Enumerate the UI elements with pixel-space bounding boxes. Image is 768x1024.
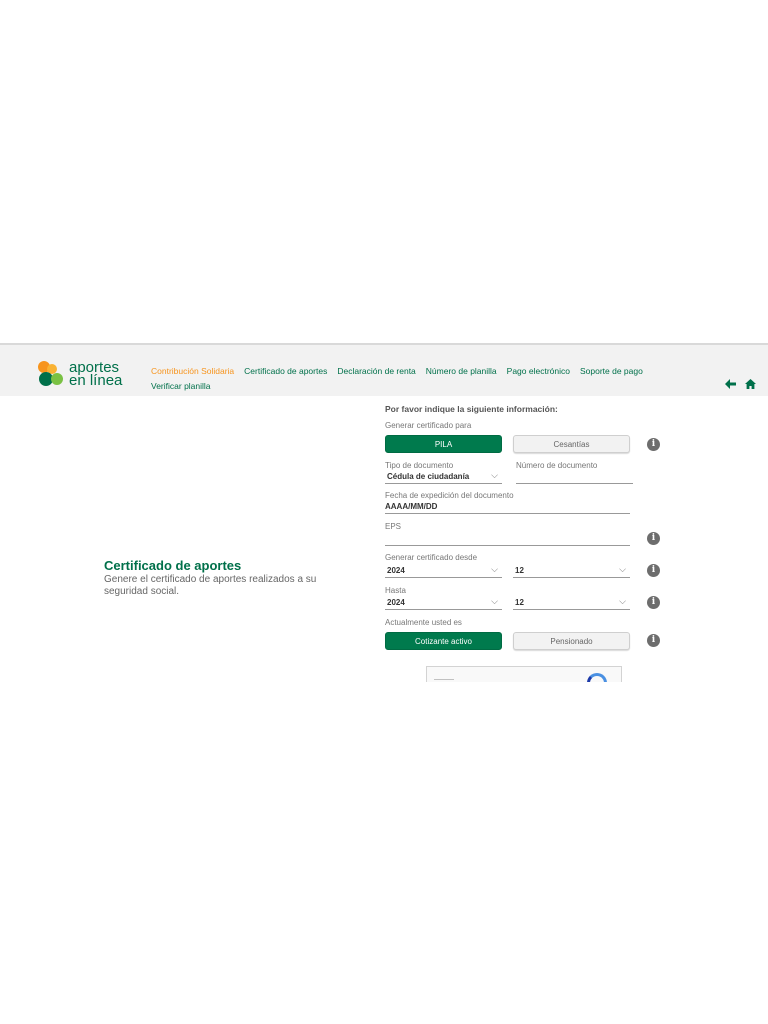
cotizante-activo-button[interactable]: Cotizante activo bbox=[385, 632, 502, 650]
logo-text: aportes en línea bbox=[69, 360, 123, 389]
logo-dot-lightgreen bbox=[51, 373, 63, 385]
recaptcha-logo-icon bbox=[587, 673, 607, 682]
page-title: Certificado de aportes bbox=[104, 558, 242, 573]
chevron-down-icon: ⌵ bbox=[619, 596, 626, 606]
chevron-down-icon: ⌵ bbox=[619, 564, 626, 574]
chevron-down-icon: ⌵ bbox=[491, 564, 498, 574]
doc-type-value: Cédula de ciudadanía bbox=[387, 472, 470, 481]
nav-numero-de-planilla[interactable]: Número de planilla bbox=[426, 364, 497, 379]
to-month-select[interactable]: 12 ⌵ bbox=[513, 596, 630, 610]
from-month-value: 12 bbox=[515, 566, 524, 575]
nav-soporte-de-pago[interactable]: Soporte de pago bbox=[580, 364, 643, 379]
nav-pago-electronico[interactable]: Pago electrónico bbox=[507, 364, 570, 379]
from-year-select[interactable]: 2024 ⌵ bbox=[385, 564, 502, 578]
nav-verificar-planilla[interactable]: Verificar planilla bbox=[151, 379, 211, 394]
eps-input[interactable] bbox=[385, 532, 630, 546]
site-header: aportes en línea Contribución Solidaria C… bbox=[0, 345, 768, 396]
to-month-value: 12 bbox=[515, 598, 524, 607]
header-icons bbox=[719, 379, 756, 392]
aportes-en-linea-logo[interactable]: aportes en línea bbox=[38, 360, 128, 391]
expedition-date-input[interactable]: AAAA/MM/DD bbox=[385, 500, 630, 514]
info-icon[interactable]: i bbox=[647, 634, 660, 647]
from-year-value: 2024 bbox=[387, 566, 405, 575]
from-month-select[interactable]: 12 ⌵ bbox=[513, 564, 630, 578]
to-year-value: 2024 bbox=[387, 598, 405, 607]
doc-number-label: Número de documento bbox=[516, 461, 598, 470]
back-arrow-icon[interactable] bbox=[724, 379, 739, 392]
pila-button[interactable]: PILA bbox=[385, 435, 502, 453]
nav-declaracion-de-renta[interactable]: Declaración de renta bbox=[337, 364, 415, 379]
eps-label: EPS bbox=[385, 522, 402, 531]
info-icon[interactable]: i bbox=[647, 596, 660, 609]
status-label: Actualmente usted es bbox=[385, 618, 462, 627]
chevron-down-icon: ⌵ bbox=[491, 470, 498, 480]
to-label: Hasta bbox=[385, 586, 406, 595]
logo-line-2: en línea bbox=[69, 372, 123, 389]
recaptcha-widget[interactable] bbox=[426, 666, 622, 682]
info-icon[interactable]: i bbox=[647, 564, 660, 577]
form-heading: Por favor indique la siguiente informaci… bbox=[385, 404, 558, 414]
cesantias-button[interactable]: Cesantías bbox=[513, 435, 630, 453]
doc-number-input[interactable] bbox=[516, 470, 633, 484]
chevron-down-icon: ⌵ bbox=[491, 596, 498, 606]
pensionado-button[interactable]: Pensionado bbox=[513, 632, 630, 650]
info-icon[interactable]: i bbox=[647, 438, 660, 451]
to-year-select[interactable]: 2024 ⌵ bbox=[385, 596, 502, 610]
generate-for-label: Generar certificado para bbox=[385, 421, 472, 430]
from-label: Generar certificado desde bbox=[385, 553, 478, 562]
home-icon[interactable] bbox=[745, 379, 756, 392]
doc-type-select[interactable]: Cédula de ciudadanía ⌵ bbox=[385, 470, 502, 484]
doc-type-label: Tipo de documento bbox=[385, 461, 454, 470]
page-description: Genere el certificado de aportes realiza… bbox=[104, 574, 317, 597]
info-icon[interactable]: i bbox=[647, 532, 660, 545]
expedition-date-label: Fecha de expedición del documento bbox=[385, 491, 514, 500]
main-nav: Contribución Solidaria Certificado de apo… bbox=[151, 364, 711, 394]
nav-contribucion-solidaria[interactable]: Contribución Solidaria bbox=[151, 364, 234, 379]
expedition-date-value: AAAA/MM/DD bbox=[385, 502, 438, 511]
nav-certificado-de-aportes[interactable]: Certificado de aportes bbox=[244, 364, 327, 379]
recaptcha-checkbox[interactable] bbox=[434, 679, 454, 682]
